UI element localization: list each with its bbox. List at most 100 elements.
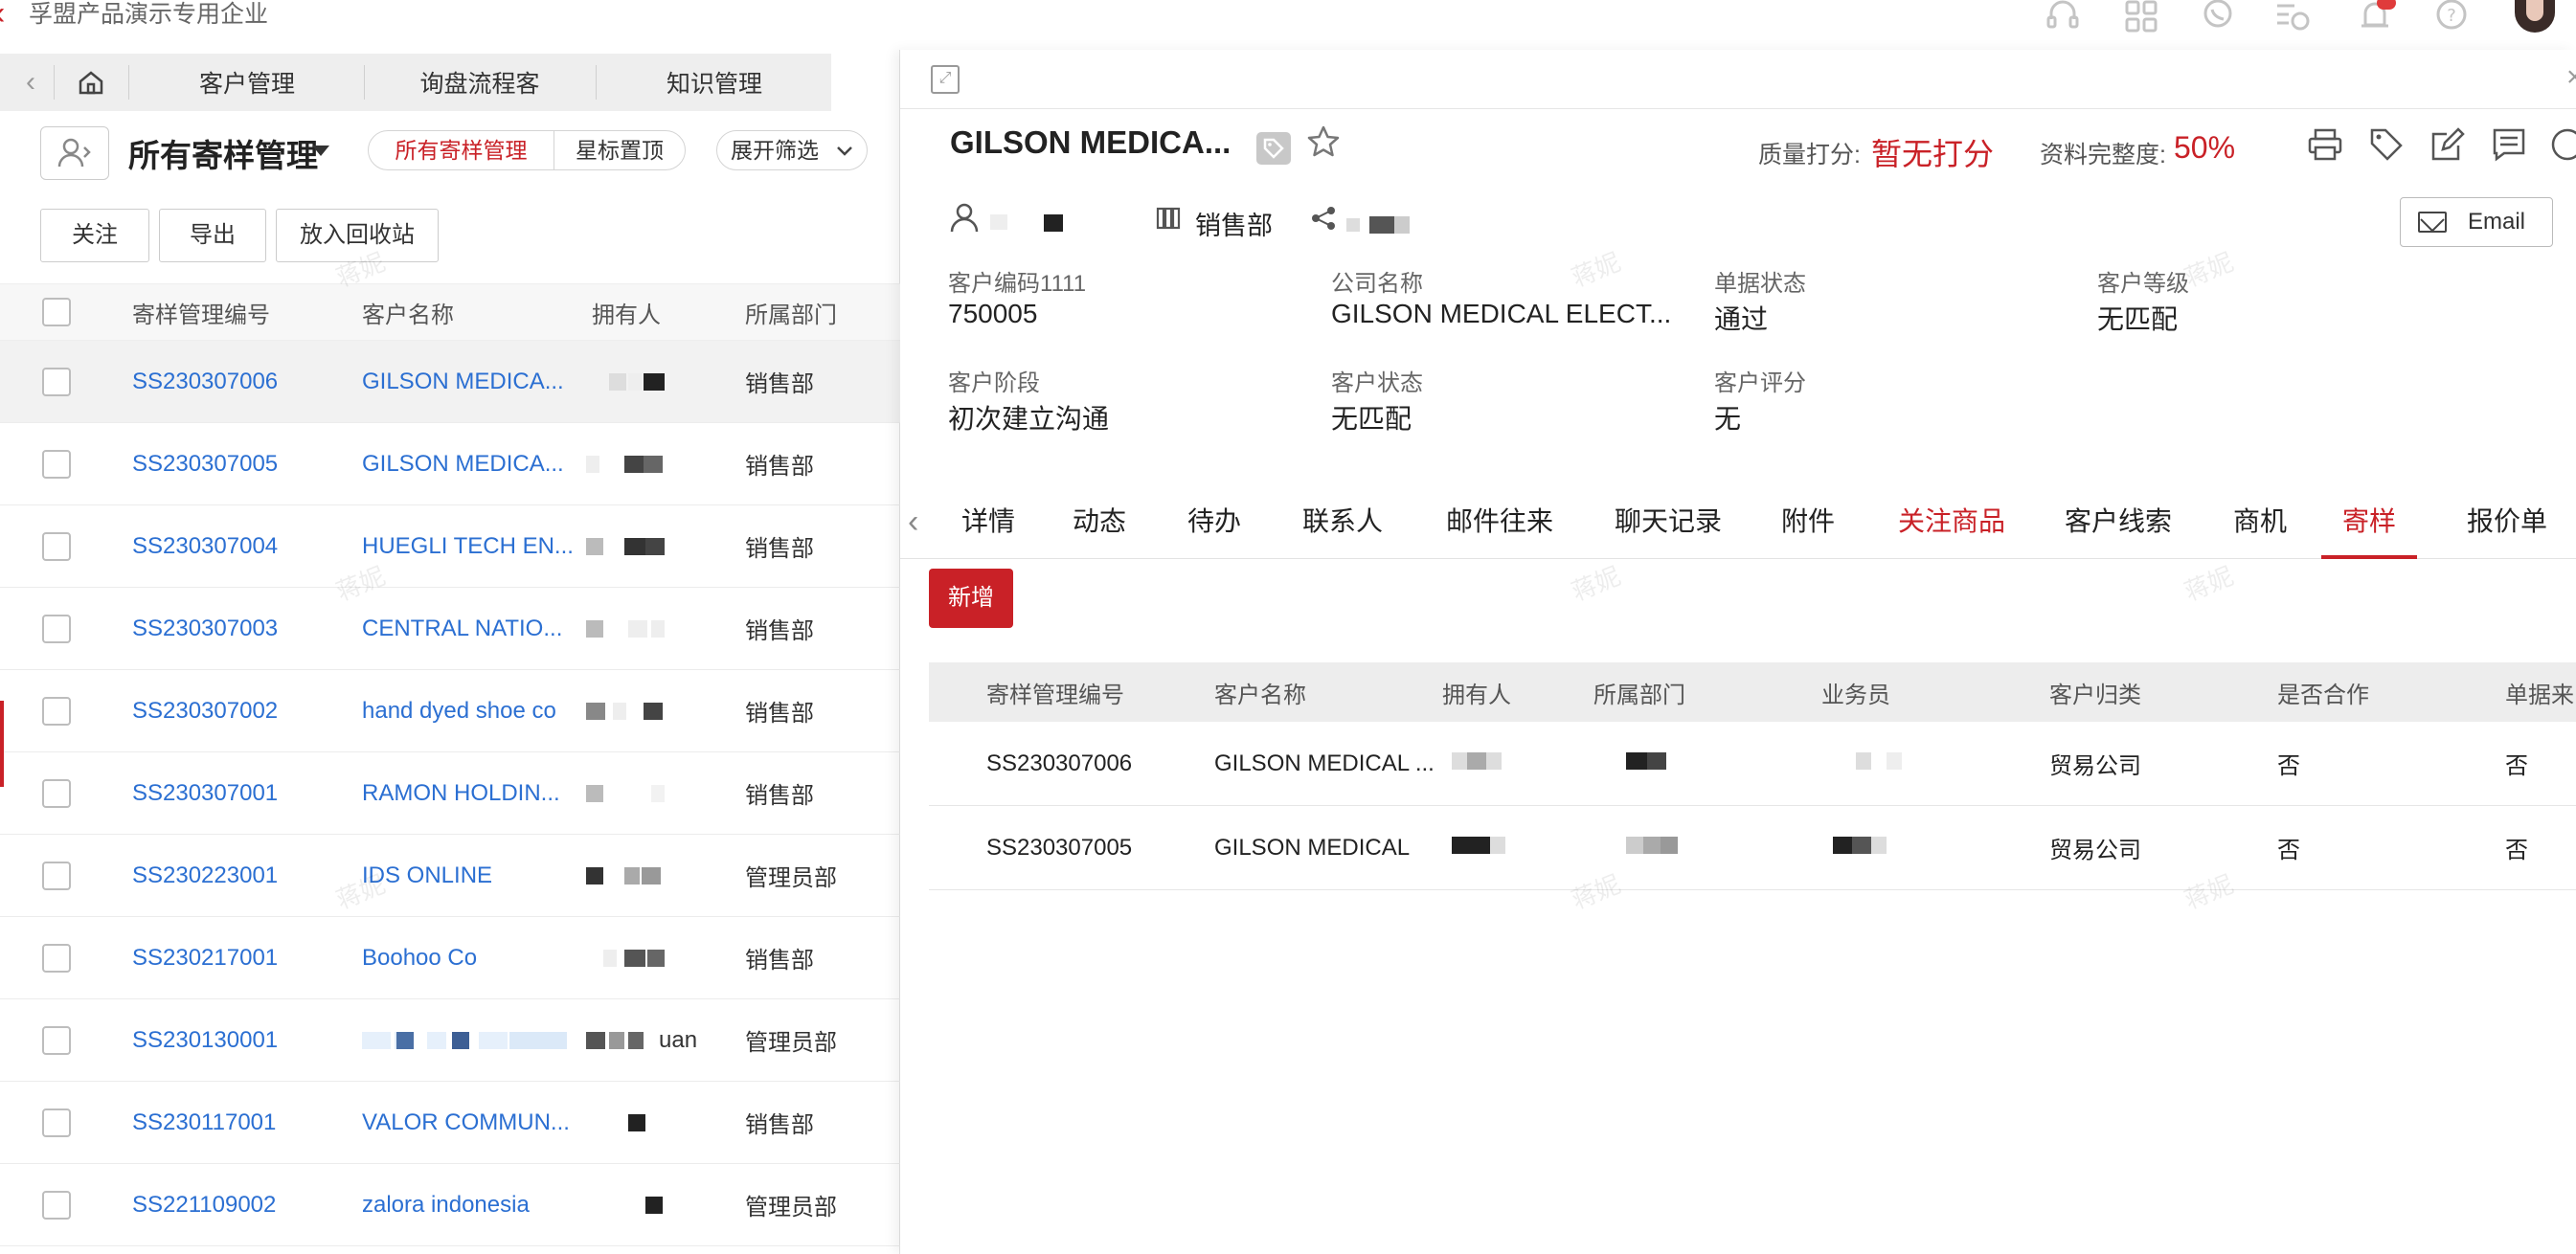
row-checkbox[interactable] [42, 614, 71, 643]
back-arrow-icon[interactable]: ‹ [0, 0, 15, 30]
user-switch-icon[interactable] [40, 126, 109, 180]
detail-tab[interactable]: 报价单 [2467, 486, 2547, 559]
table-row[interactable]: SS230130001 uan 管理员部 [0, 999, 900, 1082]
tabs-scroll-left-icon[interactable]: ‹ [908, 504, 918, 541]
sample-code-link[interactable]: SS230307002 [132, 670, 278, 751]
share-icon[interactable] [1310, 205, 1337, 238]
sample-code-link[interactable]: SS221109002 [132, 1164, 276, 1245]
row-checkbox[interactable] [42, 367, 71, 396]
customer-name-link[interactable]: VALOR COMMUN... [362, 1082, 575, 1163]
star-icon[interactable] [1306, 124, 1341, 168]
detail-tab[interactable]: 关注商品 [1898, 486, 2005, 559]
column-header-customer[interactable]: 客户名称 [362, 284, 454, 340]
column-header-code[interactable]: 寄样管理编号 [132, 284, 270, 340]
row-checkbox[interactable] [42, 1025, 71, 1055]
row-checkbox[interactable] [42, 696, 71, 726]
tab-inquiry-flow[interactable]: 询盘流程客 [366, 54, 594, 111]
column-header-department[interactable]: 所属部门 [745, 284, 837, 340]
sample-code-link[interactable]: SS230117001 [132, 1082, 276, 1163]
history-icon[interactable] [2273, 0, 2312, 33]
detail-tab[interactable]: 聊天记录 [1615, 486, 1722, 559]
print-icon[interactable] [2306, 126, 2344, 165]
sample-code-link[interactable]: SS230307005 [132, 423, 278, 504]
sub-col-source[interactable]: 单据来 [2505, 662, 2574, 722]
sample-code-link[interactable]: SS230307001 [132, 752, 278, 834]
user-avatar[interactable] [2515, 0, 2555, 33]
sub-col-salesperson[interactable]: 业务员 [1821, 662, 1890, 722]
tag-icon[interactable] [1256, 132, 1291, 165]
customer-name-link[interactable]: HUEGLI TECH EN... [362, 505, 575, 587]
row-checkbox[interactable] [42, 531, 71, 561]
headset-icon[interactable] [2044, 0, 2082, 33]
sub-col-cooperate[interactable]: 是否合作 [2277, 662, 2369, 722]
apps-grid-icon[interactable] [2122, 0, 2160, 33]
customer-name-link[interactable]: GILSON MEDICA... [362, 341, 575, 422]
tab-customer-management[interactable]: 客户管理 [130, 54, 364, 111]
sample-code-link[interactable]: SS230223001 [132, 835, 278, 916]
customer-name-link[interactable]: Boohoo Co [362, 917, 575, 998]
tab-back-chevron-icon[interactable]: ‹ [13, 54, 48, 111]
customer-name-link[interactable]: zalora indonesia [362, 1164, 575, 1245]
row-checkbox[interactable] [42, 449, 71, 479]
table-row[interactable]: SS230307003 CENTRAL NATIO... 销售部 [0, 588, 900, 670]
sample-code-link[interactable]: SS230130001 [132, 999, 278, 1081]
detail-tab[interactable]: 动态 [1073, 486, 1126, 559]
table-row[interactable]: SS230307006 GILSON MEDICA... 销售部 [0, 341, 900, 423]
expand-icon[interactable]: ⤢ [931, 65, 960, 94]
sample-code-link[interactable]: SS230307006 [132, 341, 278, 422]
detail-tab[interactable]: 待办 [1187, 486, 1241, 559]
column-header-owner[interactable]: 拥有人 [592, 284, 661, 340]
view-title[interactable]: 所有寄样管理 [128, 130, 318, 176]
table-row[interactable]: SS230307006 GILSON MEDICAL ... 贸易公司 否 否 [929, 722, 2576, 806]
sub-col-category[interactable]: 客户归类 [2049, 662, 2141, 722]
table-row[interactable]: SS230307002 hand dyed shoe co 销售部 [0, 670, 900, 752]
table-row[interactable]: SS230217001 Boohoo Co 销售部 [0, 917, 900, 999]
bell-icon[interactable] [2356, 0, 2396, 33]
detail-tab[interactable]: 邮件往来 [1446, 486, 1553, 559]
table-row[interactable]: SS230223001 IDS ONLINE 管理员部 [0, 835, 900, 917]
tab-knowledge-management[interactable]: 知识管理 [598, 54, 831, 111]
table-row[interactable]: SS230307001 RAMON HOLDIN... 销售部 [0, 752, 900, 835]
customer-name-link[interactable]: RAMON HOLDIN... [362, 752, 575, 834]
sample-code-link[interactable]: SS230307003 [132, 588, 278, 669]
sub-col-owner[interactable]: 拥有人 [1442, 662, 1511, 722]
table-row[interactable]: SS230307005 GILSON MEDICA... 销售部 [0, 423, 900, 505]
help-icon[interactable]: ? [2432, 0, 2471, 33]
row-checkbox[interactable] [42, 778, 71, 808]
more-info-icon[interactable] [2549, 126, 2576, 165]
table-row[interactable]: SS230307005 GILSON MEDICAL 贸易公司 否 否 [929, 806, 2576, 890]
detail-tab[interactable]: 详情 [961, 486, 1015, 559]
segment-starred[interactable]: 星标置顶 [554, 131, 685, 169]
sample-code-link[interactable]: SS230217001 [132, 917, 278, 998]
customer-name-link[interactable]: IDS ONLINE [362, 835, 575, 916]
row-checkbox[interactable] [42, 861, 71, 890]
detail-tab[interactable]: 寄样 [2321, 486, 2418, 559]
sample-code-link[interactable]: SS230307004 [132, 505, 278, 587]
detail-tab[interactable]: 客户线索 [2065, 486, 2172, 559]
follow-button[interactable]: 关注 [40, 209, 149, 262]
select-all-checkbox[interactable] [42, 298, 71, 326]
customer-name-link[interactable]: CENTRAL NATIO... [362, 588, 575, 669]
sub-col-code[interactable]: 寄样管理编号 [986, 662, 1124, 722]
table-row[interactable]: SS230117001 VALOR COMMUN... 销售部 [0, 1082, 900, 1164]
expand-filter-button[interactable]: 展开筛选 [716, 130, 868, 170]
segment-all-samples[interactable]: 所有寄样管理 [369, 131, 554, 169]
email-button[interactable]: Email [2400, 197, 2553, 247]
move-to-recycle-button[interactable]: 放入回收站 [276, 209, 439, 262]
row-checkbox[interactable] [42, 1108, 71, 1137]
close-icon[interactable]: × [2566, 61, 2576, 94]
row-checkbox[interactable] [42, 1190, 71, 1220]
sub-col-customer[interactable]: 客户名称 [1214, 662, 1306, 722]
export-button[interactable]: 导出 [159, 209, 266, 262]
detail-tab[interactable]: 附件 [1781, 486, 1835, 559]
sub-col-department[interactable]: 所属部门 [1593, 662, 1685, 722]
table-row[interactable]: SS230307004 HUEGLI TECH EN... 销售部 [0, 505, 900, 588]
detail-tab[interactable]: 商机 [2233, 486, 2287, 559]
detail-tab[interactable]: 联系人 [1302, 486, 1383, 559]
table-row[interactable]: SS221109002 zalora indonesia 管理员部 [0, 1164, 900, 1246]
chat-icon[interactable] [2199, 0, 2237, 33]
note-icon[interactable] [2490, 126, 2528, 165]
label-icon[interactable] [2367, 126, 2406, 165]
customer-name-link[interactable]: GILSON MEDICA... [362, 423, 575, 504]
add-sample-button[interactable]: 新增 [929, 569, 1013, 628]
